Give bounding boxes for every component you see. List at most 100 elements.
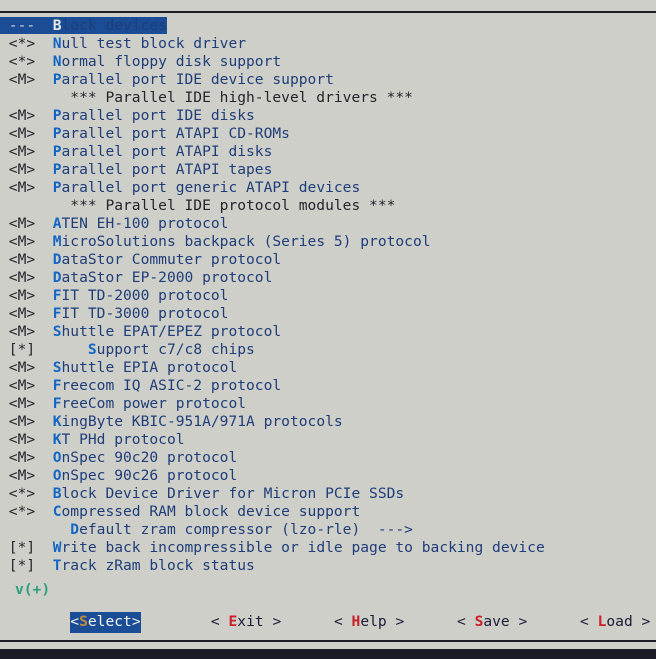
row-label: T PHd protocol xyxy=(61,431,185,448)
row-marker[interactable]: <M> xyxy=(0,287,53,305)
row-marker[interactable]: <M> xyxy=(0,395,53,413)
row-marker[interactable]: --- xyxy=(0,17,53,35)
row-label: efault zram compressor (lzo-rle) ---> xyxy=(79,521,413,538)
row-hotkey: F xyxy=(52,377,62,394)
button-help[interactable]: < Help > xyxy=(334,612,404,633)
row-marker[interactable]: [*] xyxy=(0,539,53,557)
menu-row[interactable]: <M> Shuttle EPAT/EPEZ protocol xyxy=(0,323,656,341)
row-label: ataStor Commuter protocol xyxy=(61,251,282,268)
menu-row[interactable]: <M> Parallel port IDE device support xyxy=(0,71,656,89)
row-label: ormal floppy disk support xyxy=(61,53,282,70)
menu-row[interactable]: [*] Support c7/c8 chips xyxy=(0,341,656,359)
menu-row[interactable]: <M> ATEN EH-100 protocol xyxy=(0,215,656,233)
menu-row[interactable]: <M> Parallel port ATAPI disks xyxy=(0,143,656,161)
row-marker[interactable]: <M> xyxy=(0,359,53,377)
row-marker[interactable]: <M> xyxy=(0,431,53,449)
row-marker[interactable]: <*> xyxy=(0,53,53,71)
menu-row[interactable]: <M> Parallel port ATAPI CD-ROMs xyxy=(0,125,656,143)
row-comment: *** Parallel IDE high-level drivers *** xyxy=(70,89,413,106)
row-hotkey: S xyxy=(52,323,62,340)
menu-row[interactable]: *** Parallel IDE protocol modules *** xyxy=(0,197,656,215)
menu-row[interactable]: <*> Block Device Driver for Micron PCIe … xyxy=(0,485,656,503)
menuconfig-screen: --- Block devices <*> Null test block dr… xyxy=(0,0,656,659)
row-marker[interactable] xyxy=(0,521,70,539)
row-marker[interactable]: <M> xyxy=(0,467,53,485)
menu-row[interactable]: <M> Parallel port generic ATAPI devices xyxy=(0,179,656,197)
menu-row[interactable]: *** Parallel IDE high-level drivers *** xyxy=(0,89,656,107)
row-marker[interactable]: <M> xyxy=(0,71,53,89)
button-label: oad xyxy=(606,613,633,630)
menu-row[interactable]: <M> Shuttle EPIA protocol xyxy=(0,359,656,377)
button-bracket-right: > xyxy=(509,613,528,630)
menu-row[interactable]: <*> Compressed RAM block device support xyxy=(0,503,656,521)
menu-row[interactable]: <M> KT PHd protocol xyxy=(0,431,656,449)
row-hotkey: F xyxy=(52,287,62,304)
menu-row[interactable]: <M> OnSpec 90c26 protocol xyxy=(0,467,656,485)
row-marker[interactable]: <M> xyxy=(0,215,53,233)
row-marker[interactable]: <M> xyxy=(0,323,53,341)
row-marker[interactable]: <M> xyxy=(0,269,53,287)
row-comment: *** Parallel IDE protocol modules *** xyxy=(70,197,396,214)
row-marker[interactable]: <M> xyxy=(0,449,53,467)
button-hotkey: S xyxy=(79,613,88,630)
row-marker[interactable]: <*> xyxy=(0,35,53,53)
row-hotkey: O xyxy=(52,467,62,484)
menu-row[interactable]: <M> FIT TD-2000 protocol xyxy=(0,287,656,305)
menu-row[interactable]: <M> Parallel port ATAPI tapes xyxy=(0,161,656,179)
button-bar[interactable]: <Select> < Exit > < Help > < Save > < Lo… xyxy=(0,612,656,634)
button-load[interactable]: < Load > xyxy=(580,612,650,633)
menu-row[interactable]: --- Block devices xyxy=(0,17,656,35)
button-save[interactable]: < Save > xyxy=(457,612,527,633)
top-divider xyxy=(0,11,656,13)
row-label: lock Device Driver for Micron PCIe SSDs xyxy=(61,485,405,502)
row-marker[interactable]: <M> xyxy=(0,161,53,179)
menu-row[interactable]: <*> Normal floppy disk support xyxy=(0,53,656,71)
row-marker[interactable]: <M> xyxy=(0,413,53,431)
menu-row[interactable]: <M> DataStor EP-2000 protocol xyxy=(0,269,656,287)
row-marker[interactable]: <M> xyxy=(0,125,53,143)
row-marker[interactable]: [*] xyxy=(0,341,88,359)
row-label: arallel port IDE device support xyxy=(61,71,334,88)
row-marker[interactable] xyxy=(0,197,70,215)
menu-row[interactable]: <M> Freecom IQ ASIC-2 protocol xyxy=(0,377,656,395)
row-marker[interactable]: <M> xyxy=(0,251,53,269)
row-label: TEN EH-100 protocol xyxy=(61,215,229,232)
menu-row[interactable]: <M> FreeCom power protocol xyxy=(0,395,656,413)
row-marker[interactable]: [*] xyxy=(0,557,53,575)
row-label: ompressed RAM block device support xyxy=(61,503,361,520)
button-select[interactable]: <Select> xyxy=(70,612,141,633)
row-hotkey: F xyxy=(52,305,62,322)
row-label: rite back incompressible or idle page to… xyxy=(61,539,545,556)
button-label: xit xyxy=(237,613,264,630)
row-marker[interactable]: <*> xyxy=(0,503,53,521)
menu-row[interactable]: [*] Track zRam block status xyxy=(0,557,656,575)
row-marker[interactable]: <M> xyxy=(0,305,53,323)
menu-row[interactable]: <M> FIT TD-3000 protocol xyxy=(0,305,656,323)
row-label: icroSolutions backpack (Series 5) protoc… xyxy=(61,233,431,250)
button-exit[interactable]: < Exit > xyxy=(211,612,281,633)
menu-row[interactable]: <M> DataStor Commuter protocol xyxy=(0,251,656,269)
row-marker[interactable]: <M> xyxy=(0,233,53,251)
button-label: elp xyxy=(360,613,387,630)
menu-list[interactable]: --- Block devices <*> Null test block dr… xyxy=(0,17,656,575)
row-marker[interactable]: <M> xyxy=(0,377,53,395)
menu-row[interactable]: <M> OnSpec 90c20 protocol xyxy=(0,449,656,467)
row-hotkey: K xyxy=(52,413,62,430)
bottom-band xyxy=(0,649,656,659)
row-hotkey: T xyxy=(52,557,62,574)
row-marker[interactable]: <*> xyxy=(0,485,53,503)
row-label: reeCom power protocol xyxy=(61,395,247,412)
row-label: arallel port ATAPI CD-ROMs xyxy=(61,125,290,142)
row-marker[interactable]: <M> xyxy=(0,143,53,161)
menu-row[interactable]: Default zram compressor (lzo-rle) ---> xyxy=(0,521,656,539)
menu-row[interactable]: <*> Null test block driver xyxy=(0,35,656,53)
menu-row[interactable]: <M> KingByte KBIC-951A/971A protocols xyxy=(0,413,656,431)
row-marker[interactable]: <M> xyxy=(0,107,53,125)
menu-row[interactable]: [*] Write back incompressible or idle pa… xyxy=(0,539,656,557)
row-marker[interactable] xyxy=(0,89,70,107)
menu-row[interactable]: <M> Parallel port IDE disks xyxy=(0,107,656,125)
row-hotkey: D xyxy=(52,251,62,268)
menu-row[interactable]: <M> MicroSolutions backpack (Series 5) p… xyxy=(0,233,656,251)
button-label: ave xyxy=(483,613,510,630)
row-marker[interactable]: <M> xyxy=(0,179,53,197)
